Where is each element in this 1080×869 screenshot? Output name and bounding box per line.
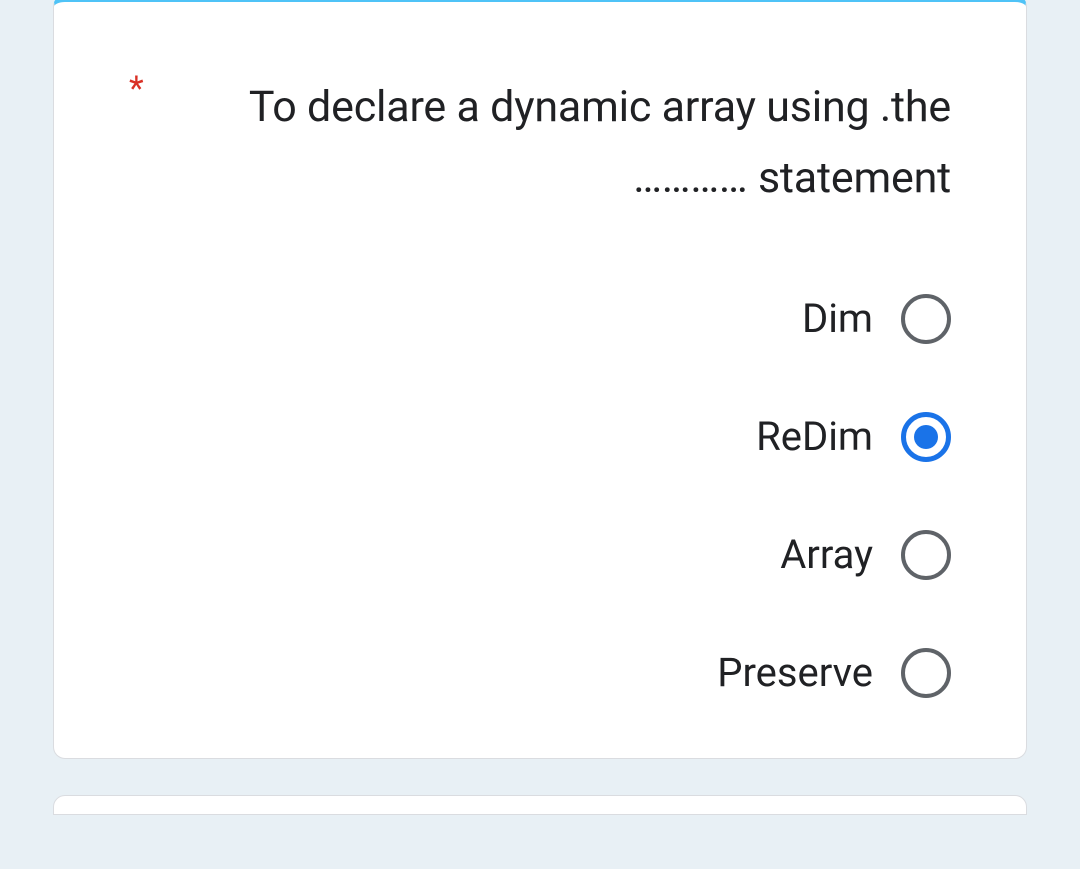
option-preserve[interactable]: Preserve xyxy=(129,648,951,698)
option-array[interactable]: Array xyxy=(129,530,951,580)
question-card: * To declare a dynamic array using .the … xyxy=(53,0,1027,759)
option-redim[interactable]: ReDim xyxy=(129,412,951,462)
next-card-peek xyxy=(53,795,1027,815)
radio-icon xyxy=(901,412,951,462)
required-asterisk: * xyxy=(129,72,144,106)
option-label: Array xyxy=(780,531,873,578)
option-label: ReDim xyxy=(756,413,873,460)
option-label: Preserve xyxy=(717,649,873,696)
option-dim[interactable]: Dim xyxy=(129,294,951,344)
option-label: Dim xyxy=(802,295,873,342)
radio-icon xyxy=(901,294,951,344)
options-group: Dim ReDim Array Preserve xyxy=(129,294,951,698)
question-header: * To declare a dynamic array using .the … xyxy=(129,72,951,214)
radio-icon xyxy=(901,648,951,698)
question-text: To declare a dynamic array using .the ……… xyxy=(234,72,951,214)
radio-icon xyxy=(901,530,951,580)
